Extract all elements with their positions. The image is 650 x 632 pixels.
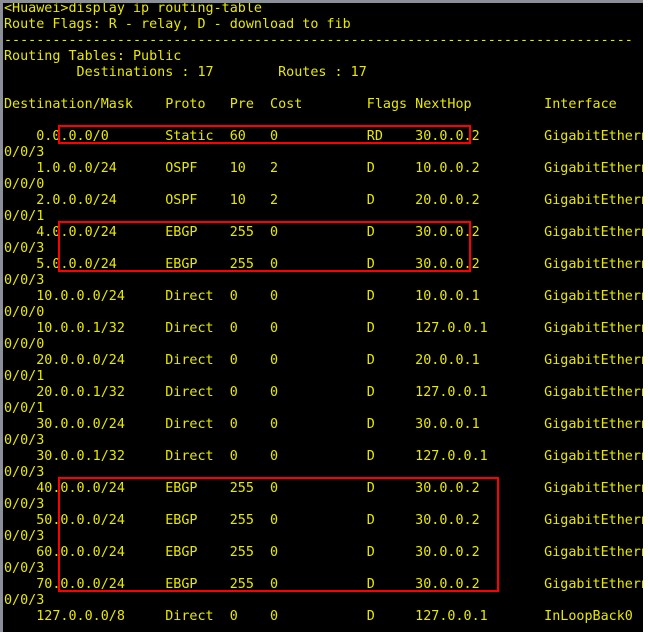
table-row-interface-continuation: 0/0/3 (4, 529, 45, 544)
table-row-interface-continuation: 0/0/0 (4, 177, 45, 192)
table-row: 127.0.0.0/8 Direct 0 0 D 127.0.0.1 InLoo… (4, 609, 633, 624)
table-row: 5.0.0.0/24 EBGP 255 0 D 30.0.0.2 Gigabit… (4, 257, 643, 272)
terminal-window: <Huawei>display ip routing-table Route Fl… (0, 0, 650, 632)
table-row-interface-continuation: 0/0/1 (4, 401, 45, 416)
table-row-interface-continuation: 0/0/3 (4, 497, 45, 512)
table-row: 20.0.0.0/24 Direct 0 0 D 20.0.0.1 Gigabi… (4, 353, 643, 368)
table-row-interface-continuation: 0/0/3 (4, 561, 45, 576)
table-row-interface-continuation: 0/0/0 (4, 305, 45, 320)
table-row-interface-continuation: 0/0/3 (4, 273, 45, 288)
table-row-interface-continuation: 0/0/3 (4, 465, 45, 480)
table-row: 4.0.0.0/24 EBGP 255 0 D 30.0.0.2 Gigabit… (4, 225, 643, 240)
table-row: 50.0.0.0/24 EBGP 255 0 D 30.0.0.2 Gigabi… (4, 513, 643, 528)
table-row: 30.0.0.1/32 Direct 0 0 D 127.0.0.1 Gigab… (4, 449, 643, 464)
table-row-interface-continuation: 0/0/3 (4, 433, 45, 448)
table-row: 60.0.0.0/24 EBGP 255 0 D 30.0.0.2 Gigabi… (4, 545, 643, 560)
table-header-row: Destination/Mask Proto Pre Cost Flags Ne… (4, 97, 617, 112)
route-counts-line: Destinations : 17 Routes : 17 (4, 65, 367, 80)
table-row: 20.0.0.1/32 Direct 0 0 D 127.0.0.1 Gigab… (4, 385, 643, 400)
window-right-gutter (643, 0, 650, 632)
separator-line: ----------------------------------------… (4, 33, 633, 48)
table-row: 10.0.0.1/32 Direct 0 0 D 127.0.0.1 Gigab… (4, 321, 643, 336)
table-row-interface-continuation: 0/0/3 (4, 593, 45, 608)
table-row: 40.0.0.0/24 EBGP 255 0 D 30.0.0.2 Gigabi… (4, 481, 643, 496)
table-row: 1.0.0.0/24 OSPF 10 2 D 10.0.0.2 GigabitE… (4, 161, 643, 176)
table-row-interface-continuation: 0/0/1 (4, 209, 45, 224)
table-row-interface-continuation: 0/0/0 (4, 337, 45, 352)
table-row: 2.0.0.0/24 OSPF 10 2 D 20.0.0.2 GigabitE… (4, 193, 643, 208)
table-row-interface-continuation: 0/0/1 (4, 369, 45, 384)
terminal-console[interactable]: <Huawei>display ip routing-table Route Fl… (3, 3, 643, 632)
table-row: 10.0.0.0/24 Direct 0 0 D 10.0.0.1 Gigabi… (4, 289, 643, 304)
command-prompt-line: <Huawei>display ip routing-table (4, 3, 262, 16)
table-row-interface-continuation: 0/0/3 (4, 241, 45, 256)
table-row: 30.0.0.0/24 Direct 0 0 D 30.0.0.1 Gigabi… (4, 417, 643, 432)
routing-tables-line: Routing Tables: Public (4, 49, 182, 64)
route-flags-line: Route Flags: R - relay, D - download to … (4, 17, 351, 32)
table-row-interface-continuation: 0/0/3 (4, 145, 45, 160)
table-row: 70.0.0.0/24 EBGP 255 0 D 30.0.0.2 Gigabi… (4, 577, 643, 592)
table-row: 0.0.0.0/0 Static 60 0 RD 30.0.0.2 Gigabi… (4, 129, 643, 144)
